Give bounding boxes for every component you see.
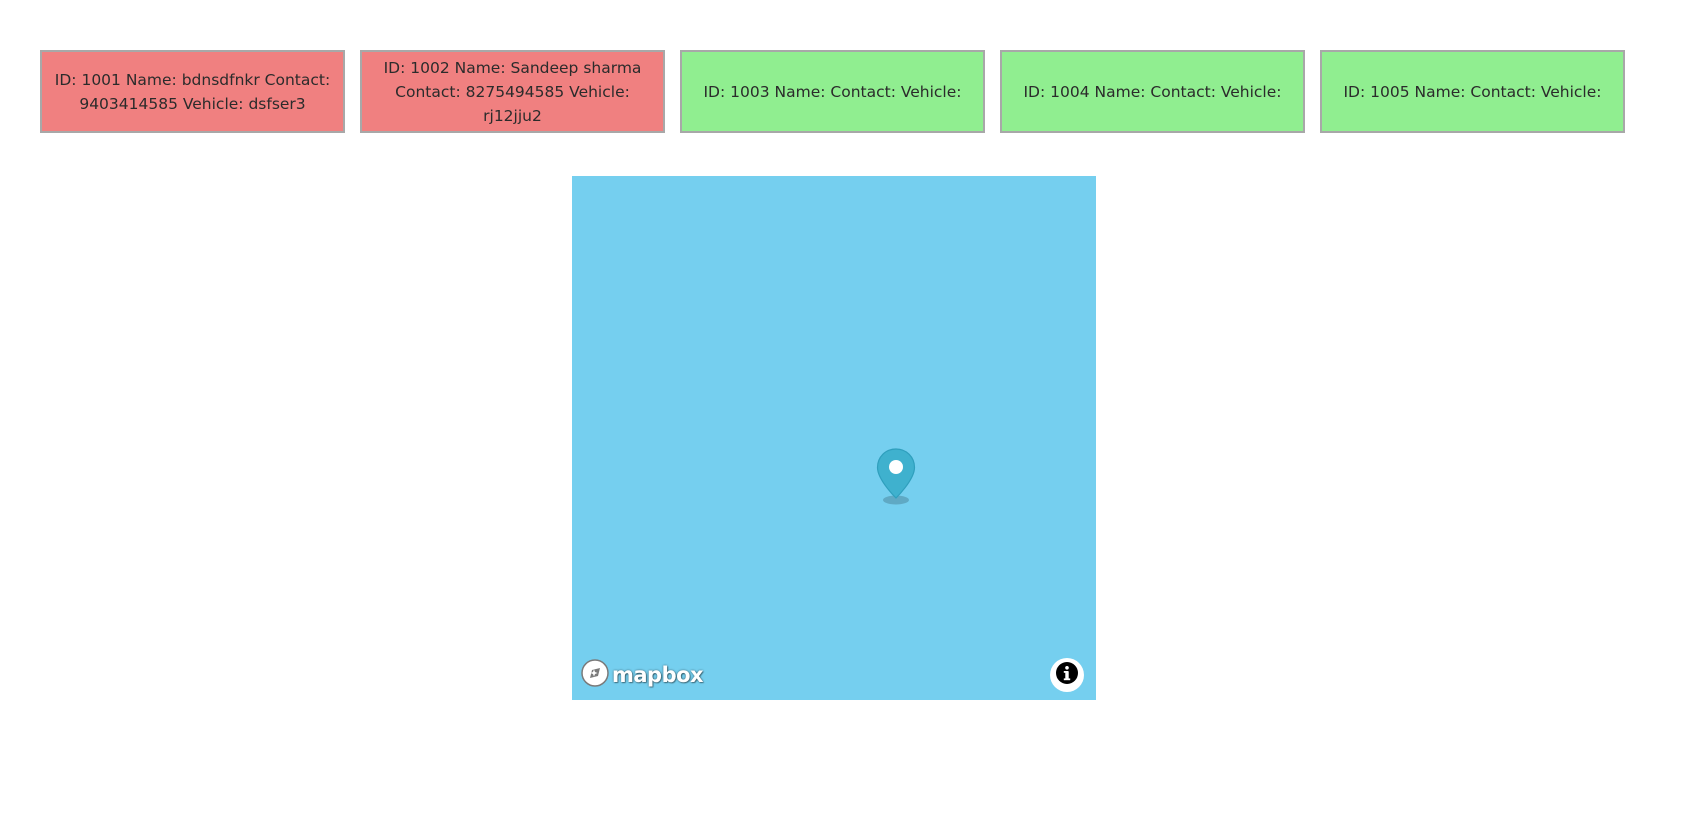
driver-card-1002[interactable]: ID: 1002 Name: Sandeep sharma Contact: 8…	[360, 50, 665, 133]
info-icon	[1055, 661, 1079, 689]
map-canvas[interactable]: mapbox	[572, 176, 1096, 700]
driver-card-text: ID: 1002 Name: Sandeep sharma Contact: 8…	[383, 58, 642, 125]
attribution-button[interactable]	[1050, 658, 1084, 692]
driver-card-text: ID: 1004 Name: Contact: Vehicle:	[1023, 82, 1282, 101]
driver-card-1003[interactable]: ID: 1003 Name: Contact: Vehicle:	[680, 50, 985, 133]
mapbox-logo[interactable]: mapbox	[580, 658, 704, 692]
page: ID: 1001 Name: bdnsdfnkr Contact: 940341…	[0, 0, 1706, 814]
driver-cards: ID: 1001 Name: bdnsdfnkr Contact: 940341…	[40, 50, 1625, 133]
map-pin-icon[interactable]	[876, 448, 916, 506]
driver-card-1001[interactable]: ID: 1001 Name: bdnsdfnkr Contact: 940341…	[40, 50, 345, 133]
driver-card-1005[interactable]: ID: 1005 Name: Contact: Vehicle:	[1320, 50, 1625, 133]
mapbox-logo-icon	[580, 658, 610, 692]
driver-card-text: ID: 1003 Name: Contact: Vehicle:	[703, 82, 962, 101]
driver-card-text: ID: 1005 Name: Contact: Vehicle:	[1343, 82, 1602, 101]
driver-card-text: ID: 1001 Name: bdnsdfnkr Contact: 940341…	[54, 70, 331, 113]
driver-card-1004[interactable]: ID: 1004 Name: Contact: Vehicle:	[1000, 50, 1305, 133]
mapbox-logo-text: mapbox	[612, 663, 704, 687]
